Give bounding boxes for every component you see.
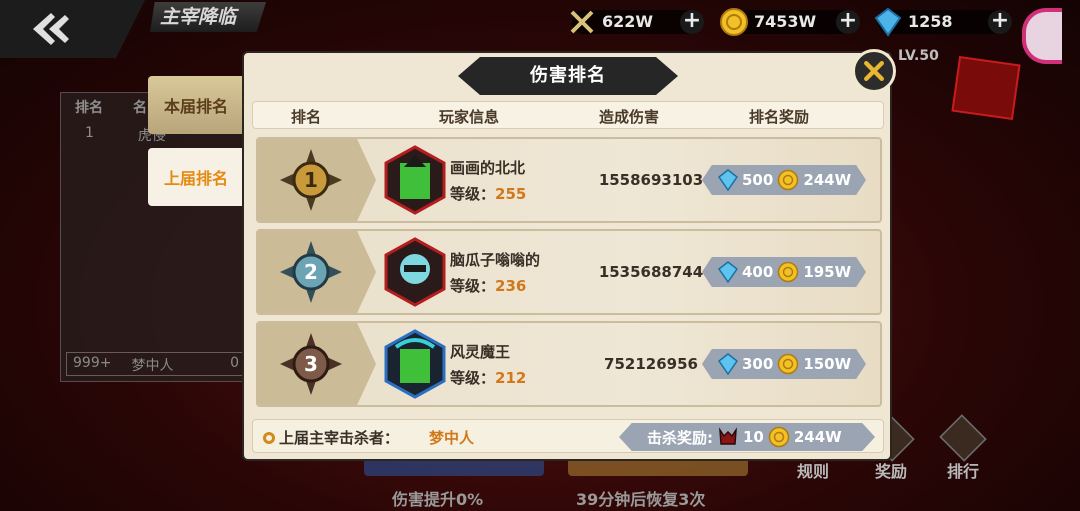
resource-gold: 7453W +: [720, 8, 860, 36]
damage-value: 752126956: [604, 355, 698, 373]
kill-reward: 击杀奖励: 10 244W: [619, 423, 875, 451]
resource-power: 622W +: [570, 8, 704, 36]
previous-killer-name: 梦中人: [429, 429, 475, 447]
add-gold-button[interactable]: +: [836, 10, 860, 34]
gold-rank-medal-icon: 1: [280, 149, 342, 211]
demon-helmet-icon: [719, 427, 737, 445]
reward-gems: 300: [742, 355, 774, 373]
resource-gold-value: 7453W: [754, 12, 817, 31]
player-avatar-top[interactable]: [1022, 8, 1062, 64]
damage-value: 1535688744: [598, 263, 704, 281]
kill-reward-label: 击杀奖励:: [647, 428, 713, 447]
rank-reward: 500 244W: [702, 165, 866, 195]
gold-coin-icon: [720, 8, 748, 36]
player-avatar-icon: [384, 145, 446, 215]
column-player: 玩家信息: [439, 108, 500, 126]
rank-reward: 300 150W: [702, 349, 866, 379]
add-power-button[interactable]: +: [680, 10, 704, 34]
table-row[interactable]: 1 画画的北北 等级：255 1558693103 500 244W: [256, 137, 882, 223]
bronze-rank-medal-icon: 3: [280, 333, 342, 395]
previous-killer-bar: 上届主宰击杀者： 梦中人 击杀奖励: 10 244W: [252, 419, 884, 453]
rank-reward: 400 195W: [702, 257, 866, 287]
previous-killer-label: 上届主宰击杀者：: [263, 427, 399, 448]
boost-label: 伤害提升0%: [392, 490, 484, 509]
crossed-swords-icon: [570, 10, 594, 34]
dialog-title: 伤害排名: [530, 65, 606, 86]
player-level: 等级：212: [450, 369, 527, 387]
gold-coin-icon: [778, 261, 799, 283]
bullet-icon: [263, 431, 275, 444]
top-bar: 主宰降临 622W + 7453W + 1258 +: [0, 0, 1080, 64]
boss-level: LV.50: [898, 48, 939, 64]
damage-ranking-dialog: 伤害排名 排名 玩家信息 造成伤害 排名奖励 1 画画的北北 等级：255 15…: [242, 49, 896, 461]
close-icon: [864, 61, 884, 81]
reward-gems: 500: [742, 171, 774, 189]
dialog-header: 伤害排名: [458, 57, 678, 95]
blue-gem-icon: [718, 261, 738, 283]
tab-previous-ranking[interactable]: 上届排名: [148, 148, 244, 206]
reward-gold: 195W: [803, 263, 852, 281]
bg-header-rank: 排名: [75, 100, 103, 116]
close-button[interactable]: [852, 49, 896, 93]
rank-number: 3: [304, 352, 318, 376]
gold-coin-icon: [778, 353, 799, 375]
player-level: 等级：236: [450, 277, 527, 295]
reward-gold: 150W: [803, 355, 852, 373]
player-avatar-icon: [384, 237, 446, 307]
player-name: 风灵魔王: [450, 343, 511, 361]
background-ranking-panel: 排名 名 1 虎侵: [60, 92, 250, 382]
resource-power-value: 622W: [602, 12, 654, 31]
leaderboard-icon: [939, 414, 987, 462]
column-reward: 排名奖励: [749, 108, 810, 126]
blue-gem-icon: [718, 169, 738, 191]
bg-row-rank: 1: [85, 125, 94, 141]
column-rank: 排名: [291, 108, 322, 126]
blue-gem-icon: [718, 353, 738, 375]
add-gems-button[interactable]: +: [988, 10, 1012, 34]
back-button[interactable]: [0, 0, 145, 58]
silver-rank-medal-icon: 2: [280, 241, 342, 303]
resource-gems: 1258 +: [874, 7, 1012, 37]
gold-coin-icon: [768, 426, 790, 448]
player-avatar-icon: [384, 329, 446, 399]
bg-header-name: 名: [133, 100, 147, 116]
rank-number: 1: [304, 168, 318, 192]
boss-portrait: [951, 55, 1021, 121]
rank-number: 2: [304, 260, 318, 284]
player-name: 脑瓜子嗡嗡的: [450, 251, 541, 269]
kill-reward-items: 10: [743, 428, 764, 446]
player-name: 画画的北北: [450, 159, 526, 177]
kill-reward-gold: 244W: [793, 428, 842, 446]
table-row[interactable]: 2 脑瓜子嗡嗡的 等级：236 1535688744 400 195W: [256, 229, 882, 315]
table-row[interactable]: 3 风灵魔王 等级：212 752126956 300 150W: [256, 321, 882, 407]
reward-gems: 400: [742, 263, 774, 281]
screen-title: 主宰降临: [150, 2, 267, 32]
back-arrow-icon: [32, 13, 69, 45]
blue-gem-icon: [874, 7, 902, 37]
column-damage: 造成伤害: [599, 108, 660, 126]
damage-value: 1558693103: [598, 171, 704, 189]
resource-gems-value: 1258: [908, 12, 953, 31]
bg-self-extra: 0: [230, 355, 239, 371]
background-self-rank: 999+ 梦中人 0: [66, 352, 246, 376]
table-header: 排名 玩家信息 造成伤害 排名奖励: [252, 101, 884, 129]
player-level: 等级：255: [450, 185, 527, 203]
gold-coin-icon: [778, 169, 799, 191]
bg-self-rank: 999+: [73, 355, 112, 371]
bg-self-name: 梦中人: [131, 358, 174, 374]
leaderboard-button[interactable]: 排行: [936, 414, 990, 482]
reward-gold: 244W: [803, 171, 852, 189]
recover-label: 39分钟后恢复3次: [576, 490, 706, 509]
tab-current-ranking[interactable]: 本届排名: [148, 76, 244, 134]
